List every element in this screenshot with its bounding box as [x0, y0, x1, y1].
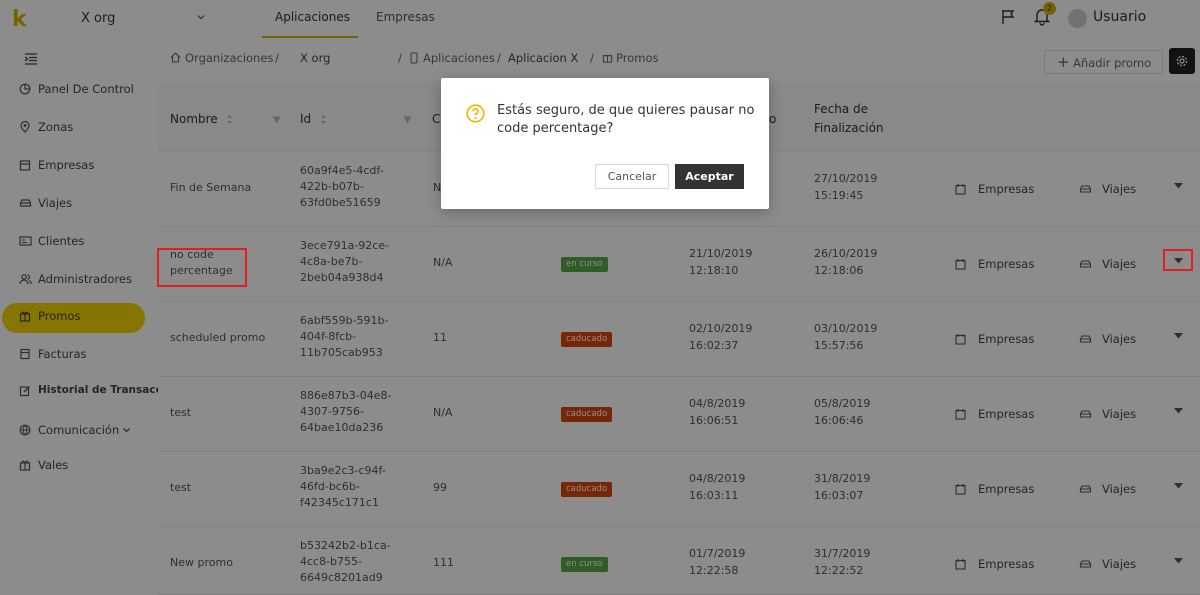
confirm-dialog: Estás seguro, de que quieres pausar no c…	[441, 78, 769, 209]
highlight-box-promo-name	[157, 248, 247, 287]
highlight-box-expand-arrow	[1163, 249, 1193, 271]
question-circle-icon	[466, 104, 485, 123]
confirm-message: Estás seguro, de que quieres pausar no c…	[497, 103, 755, 136]
accept-button[interactable]: Aceptar	[675, 164, 744, 189]
cancel-button[interactable]: Cancelar	[595, 164, 669, 189]
